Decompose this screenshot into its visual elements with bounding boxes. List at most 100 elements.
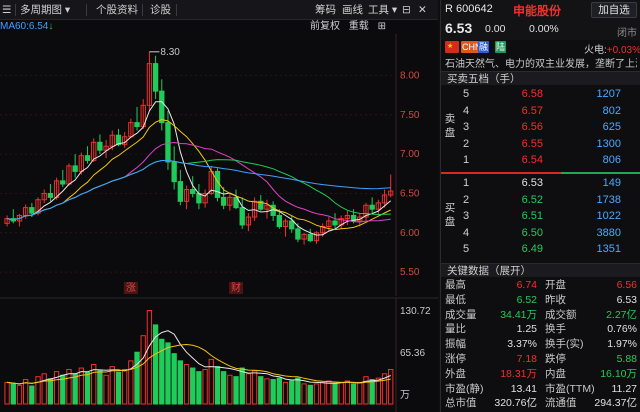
- key-data-value: 5.88: [616, 353, 637, 365]
- toolbar-bars-icon[interactable]: ☰: [2, 3, 11, 17]
- chart-options: 前复权 重载 ⊞: [310, 20, 386, 34]
- tag-connect[interactable]: 陆: [495, 41, 507, 53]
- candle-body: [171, 161, 177, 183]
- key-data-label: 换手(实): [545, 338, 584, 351]
- tools-button[interactable]: 工具 ▾: [368, 3, 397, 17]
- volume-bar: [183, 363, 190, 405]
- overlay-button[interactable]: 重载: [349, 21, 369, 32]
- volume-bar: [121, 368, 128, 405]
- key-data-value: 6.56: [616, 279, 637, 291]
- candle-body: [239, 207, 245, 226]
- orderbook-row[interactable]: 5 6.49 1351: [459, 241, 637, 257]
- orderbook-row[interactable]: 3 6.51 1022: [459, 208, 637, 224]
- volume-bar: [159, 338, 165, 405]
- candlestick-chart[interactable]: 8.00 7.50 7.00 6.50 6.00 5.50 8.30 涨 财: [0, 34, 438, 296]
- key-data-label: 总市值: [445, 397, 477, 410]
- add-watchlist-button[interactable]: 加自选: [591, 2, 637, 18]
- chips-button[interactable]: 筹码: [315, 3, 336, 17]
- orderbook-quantity: 1022: [596, 210, 621, 223]
- orderbook-row[interactable]: 5 6.58 1207: [459, 86, 637, 102]
- key-data-row: 量比 1.25 换手 0.76%: [441, 322, 640, 336]
- quote-panel: R 600642 申能股份 加自选 6.53 0.00 0.00% 闭市 ★ C…: [440, 0, 640, 412]
- orderbook-price: 6.50: [521, 226, 543, 239]
- volume-tick-label: 130.72: [400, 306, 431, 317]
- multi-period-button[interactable]: 多周期图 ▾: [20, 3, 70, 17]
- volume-chart[interactable]: 130.72 65.36 万: [0, 296, 438, 412]
- chevron-down-icon: ▾: [64, 4, 71, 16]
- volume-bar: [10, 383, 16, 405]
- multi-period-label: 多周期图: [20, 4, 62, 16]
- key-data-value: 294.37亿: [594, 397, 637, 410]
- ma10-line: [7, 118, 391, 231]
- orderbook-row[interactable]: 4 6.50 3880: [459, 225, 637, 241]
- key-data-value: 2.27亿: [606, 308, 637, 321]
- volume-bar: [177, 360, 184, 405]
- candle-body: [152, 63, 159, 92]
- close-icon[interactable]: ✕: [418, 3, 427, 17]
- adjust-button[interactable]: 前复权: [310, 21, 340, 32]
- ma60-indicator: MA60:6.54↓: [0, 20, 53, 34]
- key-data-value: 18.31万: [500, 367, 537, 380]
- volume-bar: [313, 383, 320, 405]
- volume-bar: [245, 373, 252, 405]
- key-data-value: 6.74: [516, 279, 537, 291]
- key-data-value: 13.41: [510, 382, 537, 395]
- candle-body: [60, 180, 66, 185]
- stock-profile-button[interactable]: 个股资料: [96, 3, 138, 17]
- candle-body: [47, 192, 54, 198]
- key-data-row: 振幅 3.37% 换手(实) 1.97%: [441, 337, 640, 351]
- toolbar-separator: [86, 4, 87, 16]
- settings-grid-icon[interactable]: ⊞: [378, 21, 386, 32]
- stock-name: 申能股份: [513, 4, 562, 18]
- buy-side-text: 买盘: [444, 202, 456, 228]
- company-description[interactable]: 石油天然气、电力的双主业发展，垄断了上海...: [445, 55, 637, 69]
- orderbook-row[interactable]: 1 6.54 806: [459, 152, 637, 168]
- volume-bar: [97, 370, 103, 405]
- orderbook-row[interactable]: 3 6.56 625: [459, 119, 637, 135]
- volume-bar: [103, 374, 109, 405]
- key-data-value: 6.52: [516, 293, 537, 306]
- volume-bar: [319, 381, 326, 405]
- key-data-value: 34.41万: [500, 308, 537, 321]
- volume-bar: [140, 335, 146, 405]
- orderbook-price: 6.58: [521, 88, 543, 100]
- stock-tags: ★ CHN 融 陆 火电:+0.03%: [441, 40, 640, 56]
- volume-bar: [35, 376, 41, 405]
- minimize-icon[interactable]: ⊟: [402, 3, 411, 17]
- key-data-label: 市盈(TTM): [545, 382, 595, 395]
- candle-body: [276, 214, 283, 227]
- volume-bar: [350, 383, 357, 405]
- volume-bar: [332, 383, 338, 405]
- draw-line-button[interactable]: 画线: [342, 3, 363, 17]
- key-data-value: 0.76%: [607, 323, 637, 336]
- key-data-value: 11.27: [611, 382, 638, 395]
- orderbook-row[interactable]: 4 6.57 802: [459, 103, 637, 119]
- volume-bar: [239, 367, 245, 405]
- volume-bar: [202, 368, 208, 405]
- orderbook-row[interactable]: 1 6.53 149: [459, 175, 637, 191]
- diagnose-button[interactable]: 诊股: [150, 3, 171, 17]
- key-data-row: 总市值 320.76亿 流通值 294.37亿: [441, 396, 640, 410]
- sector-change[interactable]: 火电:+0.03%: [584, 41, 640, 56]
- ma5-line: [7, 101, 392, 236]
- key-data-title[interactable]: 关键数据（展开）: [441, 263, 640, 277]
- candle-body: [84, 155, 91, 161]
- volume-bar: [78, 367, 85, 405]
- orderbook-buy: 买盘 1 6.53 149 2 6.52 1738 3 6.51 1022 4 6.50 3880 5 6…: [441, 175, 640, 261]
- volume-bar: [233, 376, 239, 405]
- orderbook-level: 5: [463, 88, 470, 100]
- key-data-value: 320.76亿: [494, 397, 537, 410]
- orderbook-price: 6.57: [521, 104, 543, 117]
- orderbook-level: 4: [463, 104, 470, 117]
- event-marker-label: 财: [231, 281, 241, 294]
- volume-bar: [282, 381, 289, 405]
- toolbar-separator: [142, 4, 143, 16]
- candle-body: [289, 220, 295, 230]
- tag-margin[interactable]: 融: [478, 41, 490, 53]
- orderbook-row[interactable]: 2 6.52 1738: [459, 192, 637, 208]
- volume-bar: [109, 366, 115, 405]
- candle-body: [134, 122, 140, 128]
- orderbook-quantity: 802: [602, 104, 621, 117]
- candle-body: [369, 204, 375, 210]
- orderbook-row[interactable]: 2 6.55 1300: [459, 136, 637, 152]
